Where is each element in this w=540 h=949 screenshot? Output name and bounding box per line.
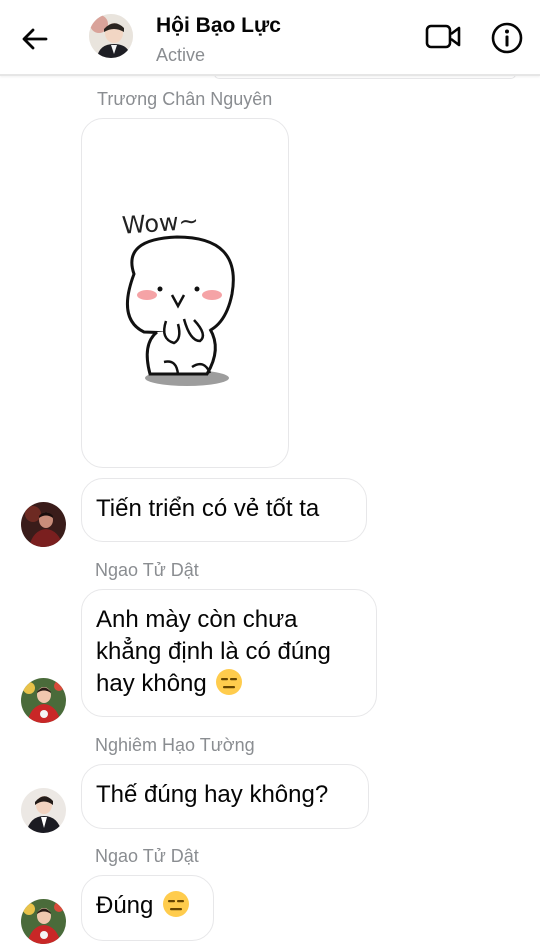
sender-name: Trương Chân Nguyên — [97, 89, 273, 109]
message-text-line: Anh mày còn chưa — [96, 606, 298, 633]
message-bubble[interactable]: Đúng — [81, 875, 214, 941]
info-icon — [491, 22, 523, 54]
sender-name: Ngao Tử Dật — [95, 560, 199, 580]
group-avatar[interactable] — [89, 14, 133, 58]
chat-title: Hội Bạo Lực — [156, 14, 281, 37]
message-text: Đúng — [96, 892, 154, 919]
sender-name: Nghiêm Hạo Tường — [95, 735, 255, 755]
active-status: Active — [156, 45, 206, 65]
back-arrow-icon — [22, 28, 48, 50]
avatar[interactable] — [21, 788, 66, 833]
video-camera-icon — [425, 24, 461, 49]
message-text-line: khẳng định là có đúng — [96, 638, 331, 665]
info-button[interactable] — [490, 21, 524, 55]
sticker-message[interactable]: Wow~ — [81, 118, 289, 468]
expressionless-face-emoji — [163, 891, 190, 917]
message-text: Thế đúng hay không? — [96, 781, 329, 808]
message-bubble[interactable]: Anh mày còn chưa khẳng định là có đúng h… — [81, 589, 377, 717]
chat-header: Hội Bạo Lực Active — [0, 0, 540, 76]
avatar[interactable] — [21, 899, 66, 944]
message-bubble[interactable]: Tiến triển có vẻ tốt ta — [81, 478, 367, 542]
avatar[interactable] — [21, 502, 66, 547]
sender-name: Ngao Tử Dật — [95, 846, 199, 866]
message-bubble[interactable]: Thế đúng hay không? — [81, 764, 369, 829]
message-text: Tiến triển có vẻ tốt ta — [96, 495, 320, 522]
expressionless-face-emoji — [216, 669, 243, 695]
back-button[interactable] — [20, 24, 50, 54]
message-text-line: hay không — [96, 670, 207, 697]
video-call-button[interactable] — [424, 22, 462, 52]
wow-sticker-image: Wow~ — [121, 206, 235, 386]
sticker-caption: Wow~ — [121, 206, 200, 239]
avatar[interactable] — [21, 678, 66, 723]
